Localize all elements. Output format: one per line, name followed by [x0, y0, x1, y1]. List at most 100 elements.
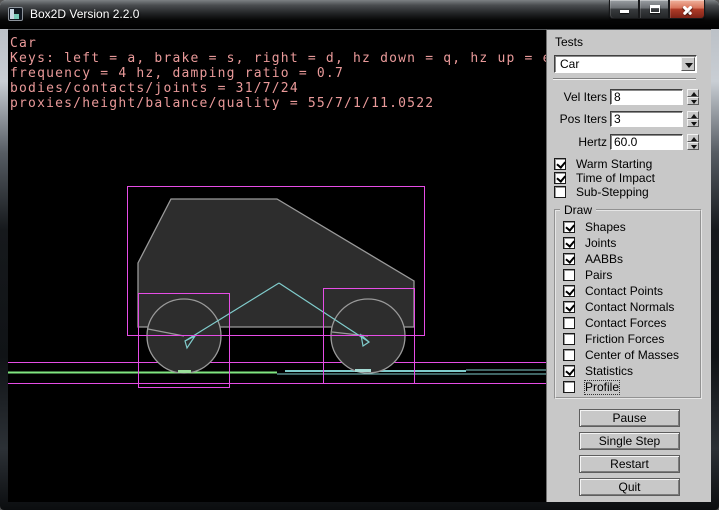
frequency-info: frequency = 4 hz, damping ratio = 0.7 [10, 66, 552, 81]
draw-profile-option[interactable]: Profile [563, 381, 698, 394]
friction-forces-label: Friction Forces [585, 333, 664, 346]
single-step-button[interactable]: Single Step [579, 432, 680, 450]
vel-iters-input[interactable] [612, 91, 680, 103]
pairs-checkbox[interactable] [563, 269, 575, 281]
pos-iters-spin-up[interactable] [687, 111, 699, 119]
draw-contact-normals-option[interactable]: Contact Normals [563, 301, 698, 314]
pos-iters-input[interactable] [612, 113, 680, 125]
center-of-masses-checkbox[interactable] [563, 349, 575, 361]
minimize-button[interactable] [609, 0, 639, 19]
draw-center-of-masses-option[interactable]: Center of Masses [563, 349, 698, 362]
test-name: Car [10, 36, 552, 51]
time-of-impact-label: Time of Impact [576, 172, 655, 185]
quit-button[interactable]: Quit [579, 478, 680, 496]
body-stats: bodies/contacts/joints = 31/7/24 [10, 81, 552, 96]
tests-dropdown[interactable]: Car [554, 55, 697, 73]
friction-forces-checkbox[interactable] [563, 333, 575, 345]
sub-stepping-label: Sub-Stepping [576, 186, 649, 199]
draw-contact-points-option[interactable]: Contact Points [563, 285, 698, 298]
draw-shapes-option[interactable]: Shapes [563, 221, 698, 234]
box2d-window: Box2D Version 2.2.0 [0, 0, 719, 510]
vel-iters-label: Vel Iters [547, 89, 607, 105]
separator [553, 78, 696, 80]
pause-button[interactable]: Pause [579, 409, 680, 427]
contact-normals-label: Contact Normals [585, 301, 674, 314]
arrow-down-icon [691, 145, 697, 149]
contact-point-right [355, 369, 371, 372]
center-of-masses-label: Center of Masses [585, 349, 679, 362]
hertz-spinner [687, 134, 699, 150]
draw-group: Draw Shapes Joints AABBs Pairs Contact P… [554, 209, 702, 399]
vel-iters-editbox [610, 89, 683, 105]
arrow-down-icon [691, 122, 697, 126]
debug-statistics-text: CarKeys: left = a, brake = s, right = d,… [10, 36, 552, 111]
statistics-checkbox[interactable] [563, 365, 575, 377]
profile-checkbox[interactable] [563, 381, 575, 393]
contact-points-label: Contact Points [585, 285, 663, 298]
draw-group-title: Draw [560, 203, 596, 217]
sub-stepping-option[interactable]: Sub-Stepping [554, 186, 704, 199]
draw-statistics-option[interactable]: Statistics [563, 365, 698, 378]
sub-stepping-checkbox[interactable] [554, 186, 566, 198]
window-title: Box2D Version 2.2.0 [30, 0, 139, 28]
restart-button[interactable]: Restart [579, 455, 680, 473]
draw-contact-forces-option[interactable]: Contact Forces [563, 317, 698, 330]
arrow-up-icon [691, 137, 697, 141]
physics-canvas[interactable]: CarKeys: left = a, brake = s, right = d,… [8, 29, 546, 502]
window-controls [609, 0, 705, 19]
contact-point-left [178, 370, 191, 373]
joints-label: Joints [585, 237, 616, 250]
vel-iters-spinner [687, 89, 699, 105]
hertz-label: Hertz [547, 134, 607, 150]
keys-help: Keys: left = a, brake = s, right = d, hz… [10, 51, 552, 66]
shapes-checkbox[interactable] [563, 221, 575, 233]
hertz-spin-down[interactable] [687, 142, 699, 150]
arrow-up-icon [691, 92, 697, 96]
contact-normals-checkbox[interactable] [563, 301, 575, 313]
pos-iters-editbox [610, 111, 683, 127]
aabbs-checkbox[interactable] [563, 253, 575, 265]
draw-joints-option[interactable]: Joints [563, 237, 698, 250]
statistics-label: Statistics [585, 365, 633, 378]
warm-starting-option[interactable]: Warm Starting [554, 158, 704, 171]
app-icon [8, 7, 23, 21]
hertz-input[interactable] [612, 136, 680, 148]
draw-friction-forces-option[interactable]: Friction Forces [563, 333, 698, 346]
warm-starting-checkbox[interactable] [554, 158, 566, 170]
time-of-impact-option[interactable]: Time of Impact [554, 172, 704, 185]
close-button[interactable] [669, 0, 705, 19]
minimize-icon [620, 10, 629, 13]
tests-dropdown-button[interactable] [681, 57, 695, 71]
hertz-row: Hertz [547, 134, 712, 150]
pos-iters-spin-down[interactable] [687, 119, 699, 127]
draw-aabbs-option[interactable]: AABBs [563, 253, 698, 266]
hertz-spin-up[interactable] [687, 134, 699, 142]
close-icon [682, 4, 693, 15]
warm-starting-label: Warm Starting [576, 158, 652, 171]
maximize-button[interactable] [639, 0, 669, 19]
joints-checkbox[interactable] [563, 237, 575, 249]
time-of-impact-checkbox[interactable] [554, 172, 566, 184]
title-bar[interactable]: Box2D Version 2.2.0 [0, 0, 719, 29]
profile-label: Profile [585, 381, 619, 394]
control-panel: Tests Car Vel Iters Pos Iters Hertz [546, 29, 711, 502]
arrow-up-icon [691, 114, 697, 118]
contact-forces-checkbox[interactable] [563, 317, 575, 329]
pos-iters-label: Pos Iters [547, 111, 607, 127]
shapes-label: Shapes [585, 221, 626, 234]
vel-iters-row: Vel Iters [547, 89, 712, 105]
tests-label: Tests [555, 35, 583, 49]
vel-iters-spin-up[interactable] [687, 89, 699, 97]
pos-iters-spinner [687, 111, 699, 127]
draw-pairs-option[interactable]: Pairs [563, 269, 698, 282]
contact-forces-label: Contact Forces [585, 317, 666, 330]
hertz-editbox [610, 134, 683, 150]
contact-points-checkbox[interactable] [563, 285, 575, 297]
chevron-down-icon [685, 63, 693, 68]
pos-iters-row: Pos Iters [547, 111, 712, 127]
vel-iters-spin-down[interactable] [687, 97, 699, 105]
pairs-label: Pairs [585, 269, 612, 282]
proxy-stats: proxies/height/balance/quality = 55/7/1/… [10, 96, 552, 111]
maximize-icon [650, 5, 660, 13]
tests-dropdown-value: Car [560, 57, 579, 72]
